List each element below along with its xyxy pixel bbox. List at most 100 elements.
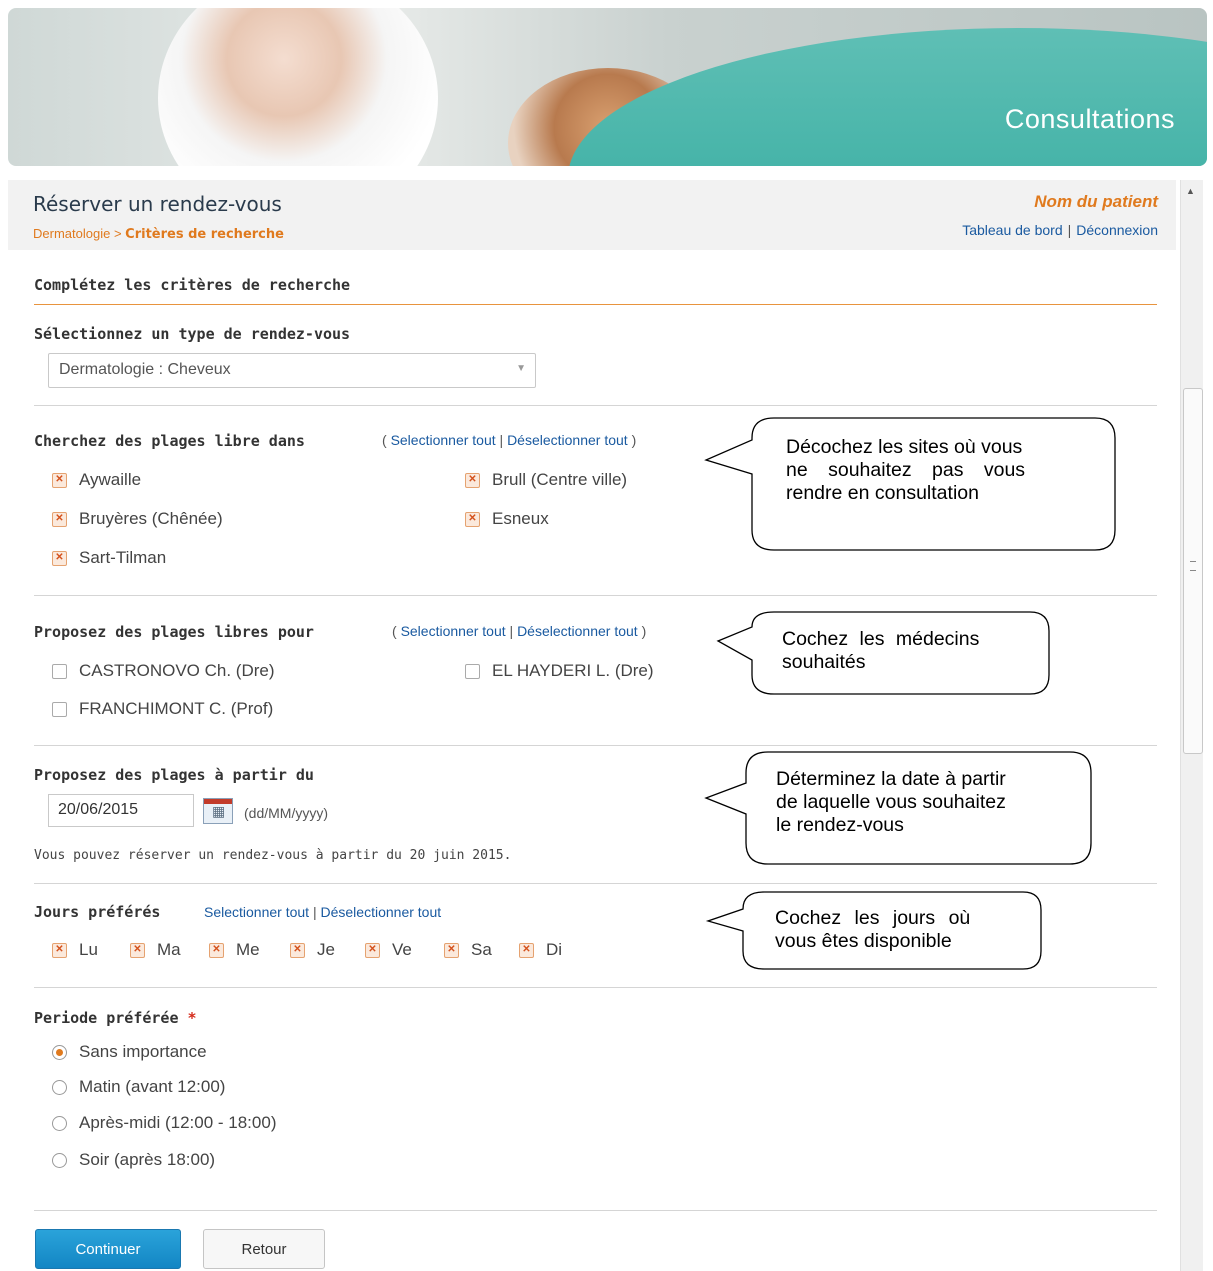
checkbox-checked-icon[interactable] — [465, 511, 480, 527]
date-availability-note: Vous pouvez réserver un rendez-vous à pa… — [34, 848, 512, 863]
day-label: Me — [236, 940, 260, 959]
period-radio-evening[interactable]: Soir (après 18:00) — [52, 1150, 215, 1170]
breadcrumb-root[interactable]: Dermatologie — [33, 226, 110, 241]
doctor-checkbox-franchimont[interactable]: FRANCHIMONT C. (Prof) — [52, 699, 273, 719]
checkbox-unchecked-icon[interactable] — [52, 663, 67, 679]
callout-days-text: Cochez les jours où vous êtes disponible — [775, 907, 970, 953]
callout-line: Déterminez la date à partir — [776, 768, 1006, 790]
callout-line: souhaités — [782, 651, 866, 673]
site-label: Bruyères (Chênée) — [79, 509, 223, 528]
appointment-type-select[interactable]: Dermatologie : Cheveux ▼ — [48, 353, 536, 388]
checkbox-checked-icon[interactable] — [465, 472, 480, 488]
checkbox-checked-icon[interactable] — [52, 472, 67, 488]
day-checkbox-sa[interactable]: Sa — [444, 940, 492, 960]
breadcrumb-separator: > — [113, 226, 122, 241]
radio-selected-icon[interactable] — [52, 1044, 67, 1060]
date-label: Proposez des plages à partir du — [34, 766, 314, 784]
required-marker: * — [187, 1009, 197, 1027]
period-option-label: Sans importance — [79, 1042, 207, 1061]
start-date-input[interactable]: 20/06/2015 — [48, 794, 194, 827]
sites-deselect-all-link[interactable]: Déselectionner tout — [507, 432, 628, 448]
callout-line: Décochez les sites où vous — [786, 436, 1023, 458]
checkbox-checked-icon[interactable] — [365, 942, 380, 958]
site-checkbox-sart-tilman[interactable]: Sart-Tilman — [52, 548, 166, 568]
breadcrumb-current: Critères de recherche — [125, 227, 284, 242]
site-label: Esneux — [492, 509, 549, 528]
sites-select-all-link[interactable]: Selectionner tout — [391, 432, 496, 448]
checkbox-unchecked-icon[interactable] — [52, 701, 67, 717]
banner-wave — [568, 28, 1207, 166]
doctors-label: Proposez des plages libres pour — [34, 623, 314, 641]
checkbox-checked-icon[interactable] — [209, 942, 224, 958]
sites-select-links: ( Selectionner tout | Déselectionner tou… — [382, 432, 637, 448]
site-label: Aywaille — [79, 470, 142, 489]
logout-link[interactable]: Déconnexion — [1076, 222, 1158, 238]
callout-line: ne souhaitez pas vous — [786, 459, 1026, 481]
radio-unselected-icon[interactable] — [52, 1152, 67, 1168]
checkbox-checked-icon[interactable] — [519, 942, 534, 958]
doctors-select-links: ( Selectionner tout | Déselectionner tou… — [392, 623, 647, 639]
doctor-checkbox-castronovo[interactable]: CASTRONOVO Ch. (Dre) — [52, 661, 275, 681]
callout-sites-text: Décochez les sites où vous ne souhaitez … — [786, 436, 1025, 505]
header-banner: Consultations — [8, 8, 1207, 166]
day-label: Je — [317, 940, 335, 959]
days-label: Jours préférés — [34, 903, 161, 921]
doctor-label: CASTRONOVO Ch. (Dre) — [79, 661, 275, 680]
site-checkbox-brull[interactable]: Brull (Centre ville) — [465, 470, 627, 490]
period-radio-afternoon[interactable]: Après-midi (12:00 - 18:00) — [52, 1113, 276, 1133]
checkbox-checked-icon[interactable] — [52, 511, 67, 527]
checkbox-checked-icon[interactable] — [290, 942, 305, 958]
header-links: Tableau de bord | Déconnexion — [962, 222, 1158, 238]
day-label: Ma — [157, 940, 181, 959]
callout-line: le rendez-vous — [776, 814, 904, 836]
day-checkbox-je[interactable]: Je — [290, 940, 335, 960]
dashboard-link[interactable]: Tableau de bord — [962, 222, 1062, 238]
site-checkbox-aywaille[interactable]: Aywaille — [52, 470, 141, 490]
calendar-icon[interactable] — [203, 798, 233, 824]
day-checkbox-me[interactable]: Me — [209, 940, 260, 960]
period-radio-any[interactable]: Sans importance — [52, 1042, 207, 1062]
start-date-value: 20/06/2015 — [58, 801, 139, 818]
day-checkbox-ve[interactable]: Ve — [365, 940, 412, 960]
site-checkbox-bruyeres[interactable]: Bruyères (Chênée) — [52, 509, 223, 529]
days-deselect-all-link[interactable]: Déselectionner tout — [321, 904, 442, 920]
callout-date-text: Déterminez la date à partir de laquelle … — [776, 768, 1006, 837]
day-checkbox-di[interactable]: Di — [519, 940, 562, 960]
scroll-up-arrow-icon[interactable]: ▲ — [1186, 186, 1195, 196]
day-checkbox-lu[interactable]: Lu — [52, 940, 98, 960]
back-button[interactable]: Retour — [203, 1229, 325, 1269]
day-label: Ve — [392, 940, 412, 959]
callout-line: Cochez les médecins — [782, 628, 980, 650]
day-checkbox-ma[interactable]: Ma — [130, 940, 181, 960]
radio-unselected-icon[interactable] — [52, 1115, 67, 1131]
period-radio-morning[interactable]: Matin (avant 12:00) — [52, 1077, 225, 1097]
patient-name: Nom du patient — [1034, 192, 1158, 211]
checkbox-checked-icon[interactable] — [52, 550, 67, 566]
continue-button[interactable]: Continuer — [35, 1229, 181, 1269]
vertical-scrollbar[interactable]: ▲ — [1180, 180, 1203, 1271]
period-option-label: Soir (après 18:00) — [79, 1150, 216, 1169]
page-header: Réserver un rendez-vous Dermatologie > C… — [8, 180, 1176, 250]
checkbox-checked-icon[interactable] — [444, 942, 459, 958]
radio-unselected-icon[interactable] — [52, 1079, 67, 1095]
page-title: Réserver un rendez-vous — [33, 192, 282, 216]
days-select-links: Selectionner tout | Déselectionner tout — [204, 904, 442, 920]
site-label: Sart-Tilman — [79, 548, 167, 567]
date-format-hint: (dd/MM/yyyy) — [244, 805, 328, 821]
doctor-checkbox-el-hayderi[interactable]: EL HAYDERI L. (Dre) — [465, 661, 654, 681]
checkbox-unchecked-icon[interactable] — [465, 663, 480, 679]
days-select-all-link[interactable]: Selectionner tout — [204, 904, 309, 920]
doctors-deselect-all-link[interactable]: Déselectionner tout — [517, 623, 638, 639]
checkbox-checked-icon[interactable] — [130, 942, 145, 958]
period-label-text: Periode préférée — [34, 1009, 179, 1027]
divider — [34, 405, 1157, 406]
callout-line: Cochez les jours où — [775, 907, 971, 929]
period-label: Periode préférée * — [34, 1009, 197, 1027]
checkbox-checked-icon[interactable] — [52, 942, 67, 958]
banner-title: Consultations — [1004, 104, 1175, 134]
chevron-down-icon: ▼ — [516, 363, 526, 374]
site-checkbox-esneux[interactable]: Esneux — [465, 509, 549, 529]
scrollbar-thumb[interactable] — [1183, 388, 1203, 754]
callout-line: vous êtes disponible — [775, 930, 952, 952]
doctors-select-all-link[interactable]: Selectionner tout — [401, 623, 506, 639]
